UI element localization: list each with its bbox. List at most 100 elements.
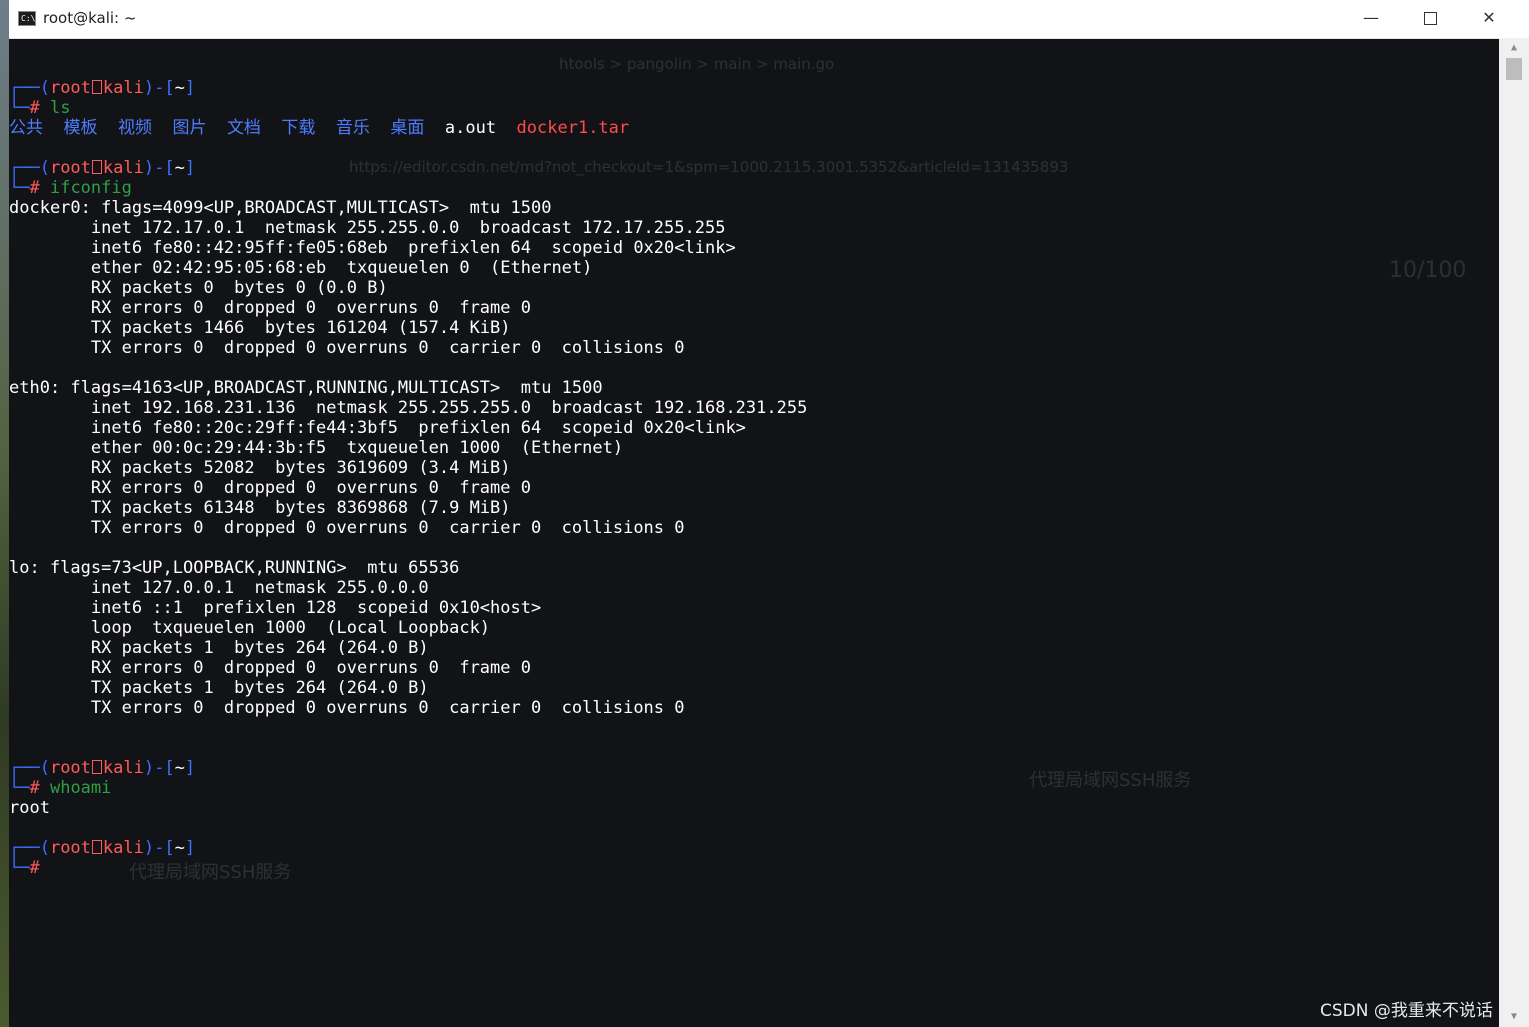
ls-gap xyxy=(152,118,172,138)
desktop-background-strip xyxy=(0,0,9,1027)
terminal-line: └─# xyxy=(9,858,1499,878)
ls-gap xyxy=(315,118,335,138)
ls-gap xyxy=(261,118,281,138)
terminal-line: ┌──(root kali)-[~] xyxy=(9,158,1499,178)
terminal-line: inet 192.168.231.136 netmask 255.255.255… xyxy=(9,398,1499,418)
terminal-line: RX errors 0 dropped 0 overruns 0 frame 0 xyxy=(9,298,1499,318)
ls-directory: 桌面 xyxy=(390,118,425,138)
ls-gap xyxy=(43,118,63,138)
terminal-line: └─# ls xyxy=(9,98,1499,118)
output-text: eth0: flags=4163<UP,BROADCAST,RUNNING,MU… xyxy=(9,378,603,398)
prompt-bracket: ] xyxy=(184,78,196,98)
output-text: TX errors 0 dropped 0 overruns 0 carrier… xyxy=(9,698,685,718)
terminal-line: └─# whoami xyxy=(9,778,1499,798)
vertical-scrollbar[interactable]: ▲ ▼ xyxy=(1499,38,1529,1027)
terminal-line: lo: flags=73<UP,LOOPBACK,RUNNING> mtu 65… xyxy=(9,558,1499,578)
close-button[interactable]: ✕ xyxy=(1460,0,1518,38)
prompt-separator-icon xyxy=(91,760,102,774)
maximize-button[interactable] xyxy=(1401,0,1459,38)
output-text: docker0: flags=4099<UP,BROADCAST,MULTICA… xyxy=(9,198,552,218)
output-text: TX packets 1 bytes 264 (264.0 B) xyxy=(9,678,429,698)
output-text: RX errors 0 dropped 0 overruns 0 frame 0 xyxy=(9,478,531,498)
prompt-host: kali xyxy=(102,158,144,178)
prompt-hash: # xyxy=(29,98,50,118)
terminal-line: RX packets 1 bytes 264 (264.0 B) xyxy=(9,638,1499,658)
output-text: TX packets 61348 bytes 8369868 (7.9 MiB) xyxy=(9,498,511,518)
output-text: root xyxy=(9,798,50,818)
ls-gap xyxy=(370,118,390,138)
prompt-user: root xyxy=(49,758,91,778)
scroll-down-arrow-icon[interactable]: ▼ xyxy=(1499,1007,1529,1027)
prompt-host: kali xyxy=(102,838,144,858)
output-text: TX errors 0 dropped 0 overruns 0 carrier… xyxy=(9,338,685,358)
prompt-bracket: )-[ xyxy=(143,78,175,98)
terminal-line: ┌──(root kali)-[~] xyxy=(9,78,1499,98)
prompt-bracket: ┌──( xyxy=(9,78,50,98)
prompt-command: ls xyxy=(49,98,71,118)
ls-gap xyxy=(496,118,516,138)
terminal-output[interactable]: ┌──(root kali)-[~] └─# ls 公共 模板 视频 图片 文档 下载… xyxy=(9,78,1499,878)
prompt-user: root xyxy=(49,838,91,858)
prompt-user: root xyxy=(49,78,91,98)
output-text: lo: flags=73<UP,LOOPBACK,RUNNING> mtu 65… xyxy=(9,558,460,578)
title-bar[interactable]: C:\ root@kali: ~ — ✕ xyxy=(9,0,1529,39)
scroll-up-arrow-icon[interactable]: ▲ xyxy=(1499,38,1529,58)
terminal-line: └─# ifconfig xyxy=(9,178,1499,198)
terminal-line: TX packets 1466 bytes 161204 (157.4 KiB) xyxy=(9,318,1499,338)
terminal-line: ether 00:0c:29:44:3b:f5 txqueuelen 1000 … xyxy=(9,438,1499,458)
prompt-dir: ~ xyxy=(174,838,185,858)
prompt-hash: # xyxy=(29,778,50,798)
output-text: inet 127.0.0.1 netmask 255.0.0.0 xyxy=(9,578,429,598)
prompt-separator-icon xyxy=(91,160,102,174)
prompt-bracket: ┌──( xyxy=(9,158,50,178)
terminal-line: inet 127.0.0.1 netmask 255.0.0.0 xyxy=(9,578,1499,598)
csdn-watermark: CSDN @我重来不说话 xyxy=(1320,1001,1493,1021)
terminal-window[interactable]: https://editor.csdn.net/md?not_checkout=… xyxy=(9,0,1529,1027)
output-text: RX errors 0 dropped 0 overruns 0 frame 0 xyxy=(9,658,531,678)
output-text: inet6 fe80::20c:29ff:fe44:3bf5 prefixlen… xyxy=(9,418,746,438)
output-text: RX packets 52082 bytes 3619609 (3.4 MiB) xyxy=(9,458,511,478)
minimize-button[interactable]: — xyxy=(1342,0,1400,38)
ls-directory: 视频 xyxy=(117,118,152,138)
terminal-line: loop txqueuelen 1000 (Local Loopback) xyxy=(9,618,1499,638)
terminal-line: RX packets 52082 bytes 3619609 (3.4 MiB) xyxy=(9,458,1499,478)
prompt-bracket: ┌──( xyxy=(9,758,50,778)
prompt-host: kali xyxy=(102,758,144,778)
output-text: ether 02:42:95:05:68:eb txqueuelen 0 (Et… xyxy=(9,258,593,278)
prompt-corner: └─ xyxy=(9,858,30,878)
terminal-line: TX packets 61348 bytes 8369868 (7.9 MiB) xyxy=(9,498,1499,518)
terminal-line: root xyxy=(9,798,1499,818)
prompt-separator-icon xyxy=(91,80,102,94)
terminal-line: RX packets 0 bytes 0 (0.0 B) xyxy=(9,278,1499,298)
output-text: loop txqueuelen 1000 (Local Loopback) xyxy=(9,618,491,638)
terminal-line: inet6 ::1 prefixlen 128 scopeid 0x10<hos… xyxy=(9,598,1499,618)
scrollbar-thumb[interactable] xyxy=(1506,58,1522,80)
ls-gap xyxy=(97,118,117,138)
maximize-icon xyxy=(1423,12,1437,25)
prompt-bracket: )-[ xyxy=(143,758,175,778)
ls-directory: 公共 xyxy=(9,118,43,138)
ls-directory: 文档 xyxy=(226,118,261,138)
output-text: RX packets 0 bytes 0 (0.0 B) xyxy=(9,278,388,298)
ls-file: a.out xyxy=(444,118,497,138)
output-text: inet6 fe80::42:95ff:fe05:68eb prefixlen … xyxy=(9,238,736,258)
terminal-line: TX packets 1 bytes 264 (264.0 B) xyxy=(9,678,1499,698)
prompt-bracket: ] xyxy=(184,838,196,858)
output-text: inet6 ::1 prefixlen 128 scopeid 0x10<hos… xyxy=(9,598,542,618)
prompt-corner: └─ xyxy=(9,98,30,118)
ls-directory: 音乐 xyxy=(335,118,370,138)
prompt-user: root xyxy=(49,158,91,178)
prompt-bracket: ] xyxy=(184,758,196,778)
terminal-line: TX errors 0 dropped 0 overruns 0 carrier… xyxy=(9,518,1499,538)
output-text: RX errors 0 dropped 0 overruns 0 frame 0 xyxy=(9,298,531,318)
terminal-line: ether 02:42:95:05:68:eb txqueuelen 0 (Et… xyxy=(9,258,1499,278)
prompt-separator-icon xyxy=(91,840,102,854)
terminal-line: 公共 模板 视频 图片 文档 下载 音乐 桌面 a.out docker1.ta… xyxy=(9,118,1499,138)
prompt-command: whoami xyxy=(49,778,112,798)
prompt-command: ifconfig xyxy=(49,178,132,198)
